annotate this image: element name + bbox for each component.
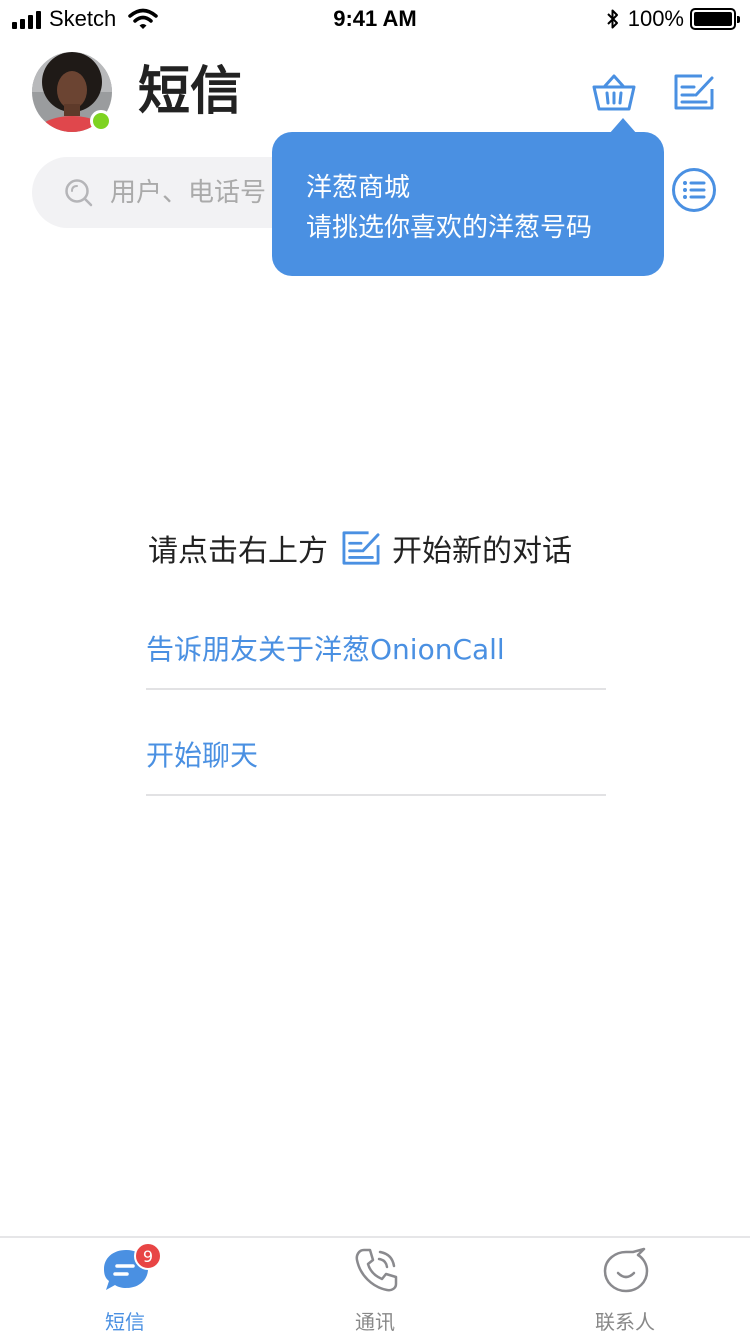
filter-list-button[interactable] — [668, 164, 720, 216]
battery-icon — [690, 8, 740, 30]
compose-button[interactable] — [668, 66, 720, 118]
page-title: 短信 — [138, 62, 243, 122]
tab-label: 通讯 — [355, 1310, 395, 1334]
contacts-icon — [603, 1247, 649, 1293]
online-status-dot — [90, 110, 112, 132]
shop-tooltip[interactable]: 洋葱商城 请挑选你喜欢的洋葱号码 — [272, 118, 664, 276]
start-chat-label: 开始聊天 — [146, 739, 259, 772]
phone-icon — [355, 1248, 398, 1292]
compose-icon — [674, 74, 714, 110]
tell-friends-label: 告诉朋友关于洋葱OnionCall — [146, 633, 505, 666]
search-icon — [65, 178, 93, 206]
basket-icon — [592, 74, 636, 111]
tooltip-title: 洋葱商城 — [306, 173, 411, 203]
list-filter-icon — [672, 168, 716, 212]
compose-icon — [342, 531, 380, 565]
hint-text-before: 请点击右上方 — [148, 534, 328, 569]
tab-label: 短信 — [105, 1310, 145, 1334]
start-chat-link[interactable]: 开始聊天 — [146, 714, 606, 796]
tab-bar: 9 短信 通讯 联系人 — [0, 1236, 750, 1334]
tab-contacts[interactable]: 联系人 — [500, 1238, 750, 1334]
tell-friends-link[interactable]: 告诉朋友关于洋葱OnionCall — [146, 608, 606, 690]
tab-label: 联系人 — [595, 1310, 655, 1334]
tooltip-subtitle: 请挑选你喜欢的洋葱号码 — [306, 213, 593, 243]
status-bar: Sketch 9:41 AM 100% — [0, 0, 750, 40]
hint-text-after: 开始新的对话 — [392, 534, 572, 569]
tab-messages[interactable]: 9 短信 — [0, 1238, 250, 1334]
unread-badge: 9 — [134, 1242, 162, 1270]
shop-basket-button[interactable] — [588, 66, 640, 118]
battery-percent: 100% — [627, 6, 684, 31]
status-right: 100% — [606, 6, 740, 32]
tab-calls[interactable]: 通讯 — [250, 1238, 500, 1334]
bluetooth-icon — [607, 9, 618, 29]
empty-state-hint: 请点击右上方 开始新的对话 — [148, 526, 572, 570]
